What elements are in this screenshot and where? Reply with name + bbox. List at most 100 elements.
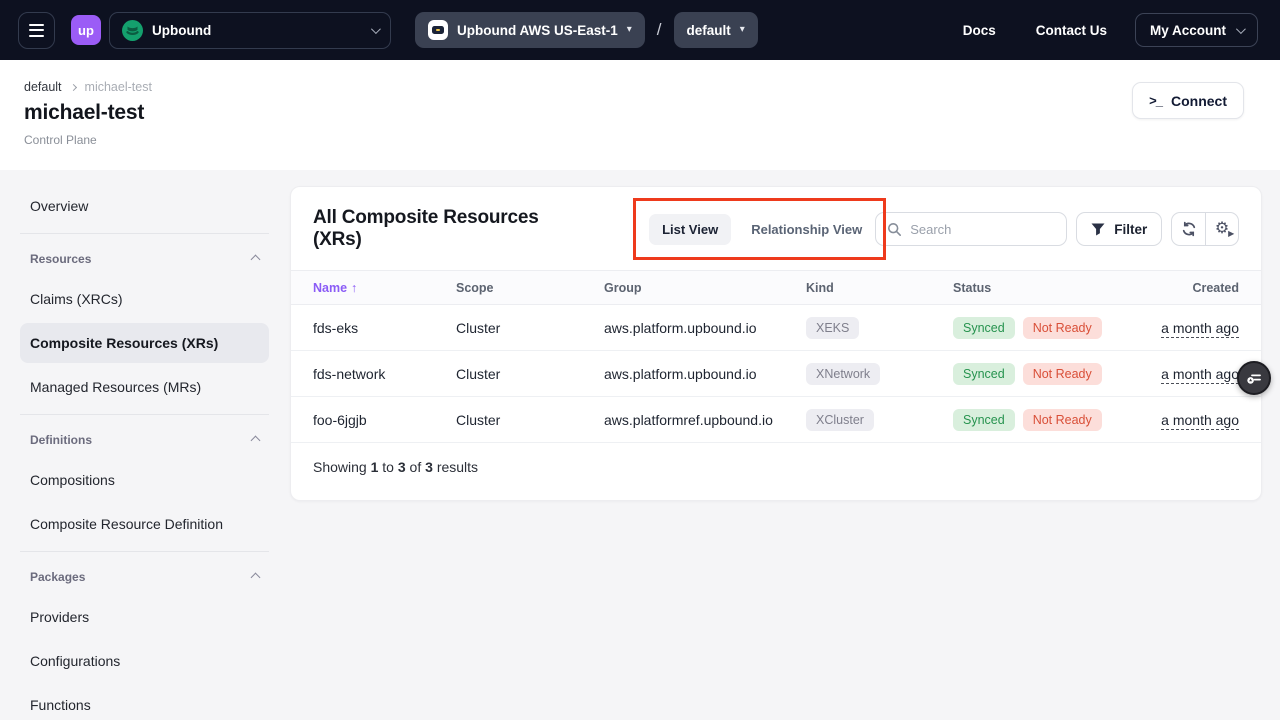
sidebar-section-header-resources[interactable]: Resources	[20, 242, 269, 276]
cell-name: foo-6jgjb	[313, 412, 456, 428]
cell-created: a month ago	[1153, 320, 1239, 336]
breadcrumb: default michael-test	[24, 80, 1280, 94]
table-row-fds-network[interactable]: fds-networkClusteraws.platform.upbound.i…	[291, 351, 1261, 397]
chevron-down-icon	[371, 24, 381, 34]
result-total: 3	[425, 459, 433, 475]
filter-button-label: Filter	[1114, 222, 1147, 237]
created-tooltip-text[interactable]: a month ago	[1161, 320, 1239, 336]
table-row-fds-eks[interactable]: fds-eksClusteraws.platform.upbound.ioXEK…	[291, 305, 1261, 351]
sidebar-section-header-packages[interactable]: Packages	[20, 560, 269, 594]
tab-relationship-view[interactable]: Relationship View	[738, 214, 875, 245]
search-box[interactable]	[875, 212, 1067, 246]
cell-name: fds-eks	[313, 320, 456, 336]
resources-card: All Composite Resources (XRs) List View …	[290, 186, 1262, 501]
sidebar-divider	[20, 414, 269, 415]
table-row-foo-6jgjb[interactable]: foo-6jgjbClusteraws.platformref.upbound.…	[291, 397, 1261, 443]
status-badge-not-ready: Not Ready	[1023, 363, 1102, 385]
chevron-up-icon	[251, 254, 261, 264]
connect-button-label: Connect	[1171, 93, 1227, 109]
org-selector[interactable]: Upbound	[109, 12, 391, 49]
card-toolbar: All Composite Resources (XRs) List View …	[291, 187, 1261, 270]
kind-badge: XEKS	[806, 317, 859, 339]
cell-kind: XNetwork	[806, 363, 953, 385]
breadcrumb-current: michael-test	[85, 80, 152, 94]
status-badge-synced: Synced	[953, 317, 1015, 339]
menu-button[interactable]	[18, 12, 55, 49]
created-tooltip-text[interactable]: a month ago	[1161, 366, 1239, 382]
my-account-menu[interactable]: My Account	[1135, 13, 1258, 47]
chevron-up-icon	[251, 435, 261, 445]
contact-us-link[interactable]: Contact Us	[1036, 23, 1107, 38]
card-title: All Composite Resources (XRs)	[313, 207, 583, 251]
refresh-icon	[1181, 221, 1197, 237]
column-header-group[interactable]: Group	[604, 281, 806, 295]
org-selector-label: Upbound	[152, 23, 362, 38]
cell-group: aws.platform.upbound.io	[604, 320, 806, 336]
tab-list-view[interactable]: List View	[649, 214, 731, 245]
sidebar-item-configurations[interactable]: Configurations	[20, 641, 269, 681]
cell-kind: XEKS	[806, 317, 953, 339]
cell-scope: Cluster	[456, 366, 604, 382]
sidebar-item-claims-xrcs[interactable]: Claims (XRCs)	[20, 279, 269, 319]
auto-refresh-settings-button[interactable]: ⚙▶	[1205, 213, 1238, 245]
content-area: Overview ResourcesClaims (XRCs)Composite…	[0, 170, 1280, 720]
sidebar-item-managed-resources-mrs[interactable]: Managed Resources (MRs)	[20, 367, 269, 407]
status-badge-not-ready: Not Ready	[1023, 317, 1102, 339]
breadcrumb-parent[interactable]: default	[24, 80, 62, 94]
column-header-status[interactable]: Status	[953, 281, 1153, 295]
topbar: up Upbound Upbound AWS US-East-1 ▾ / def…	[0, 0, 1280, 60]
cell-kind: XCluster	[806, 409, 953, 431]
results-summary: Showing 1 to 3 of 3 results	[291, 443, 1261, 500]
control-plane-selector[interactable]: Upbound AWS US-East-1 ▾	[415, 12, 645, 48]
docs-link[interactable]: Docs	[963, 23, 996, 38]
column-header-scope[interactable]: Scope	[456, 281, 604, 295]
column-header-kind[interactable]: Kind	[806, 281, 953, 295]
filter-button[interactable]: Filter	[1076, 212, 1162, 246]
result-to: 3	[398, 459, 406, 475]
page-header: default michael-test michael-test Contro…	[0, 60, 1280, 170]
refresh-button[interactable]	[1172, 213, 1205, 245]
feedback-widget-button[interactable]	[1237, 361, 1271, 395]
column-header-created[interactable]: Created	[1153, 281, 1239, 295]
status-badge-not-ready: Not Ready	[1023, 409, 1102, 431]
sidebar-divider	[20, 551, 269, 552]
sidebar-item-compositions[interactable]: Compositions	[20, 460, 269, 500]
sidebar-item-composite-resource-definition[interactable]: Composite Resource Definition	[20, 504, 269, 544]
created-tooltip-text[interactable]: a month ago	[1161, 412, 1239, 428]
search-input[interactable]	[910, 222, 1055, 237]
cell-name: fds-network	[313, 366, 456, 382]
connect-button[interactable]: >_ Connect	[1132, 82, 1244, 119]
sort-asc-icon: ↑	[351, 281, 357, 295]
sidebar-item-providers[interactable]: Providers	[20, 597, 269, 637]
cell-created: a month ago	[1153, 366, 1239, 382]
cell-group: aws.platformref.upbound.io	[604, 412, 806, 428]
group-selector[interactable]: default ▾	[674, 12, 758, 48]
sidebar-item-composite-resources-xrs[interactable]: Composite Resources (XRs)	[20, 323, 269, 363]
org-avatar-icon	[122, 20, 143, 41]
cell-scope: Cluster	[456, 412, 604, 428]
group-selector-label: default	[687, 23, 731, 38]
sidebar-section-header-definitions[interactable]: Definitions	[20, 423, 269, 457]
sidebar: Overview ResourcesClaims (XRCs)Composite…	[20, 186, 269, 720]
result-from: 1	[371, 459, 379, 475]
search-icon	[887, 222, 902, 237]
column-header-name[interactable]: Name↑	[313, 281, 456, 295]
feedback-form-icon	[1246, 370, 1263, 387]
breadcrumb-chevron-icon	[69, 83, 76, 90]
cell-group: aws.platform.upbound.io	[604, 366, 806, 382]
dropdown-triangle-icon: ▾	[627, 25, 632, 35]
my-account-label: My Account	[1150, 23, 1226, 38]
page-subtitle: Control Plane	[24, 133, 1280, 147]
upbound-logo[interactable]: up	[71, 15, 101, 45]
sidebar-divider	[20, 233, 269, 234]
sidebar-item-functions[interactable]: Functions	[20, 685, 269, 720]
terminal-icon: >_	[1149, 93, 1162, 108]
cell-status: SyncedNot Ready	[953, 409, 1153, 431]
control-plane-icon	[428, 20, 448, 40]
status-badge-synced: Synced	[953, 363, 1015, 385]
control-plane-label: Upbound AWS US-East-1	[457, 23, 618, 38]
kind-badge: XCluster	[806, 409, 874, 431]
sidebar-item-overview[interactable]: Overview	[20, 186, 269, 226]
hamburger-icon	[29, 24, 44, 26]
page-title: michael-test	[24, 101, 1280, 125]
